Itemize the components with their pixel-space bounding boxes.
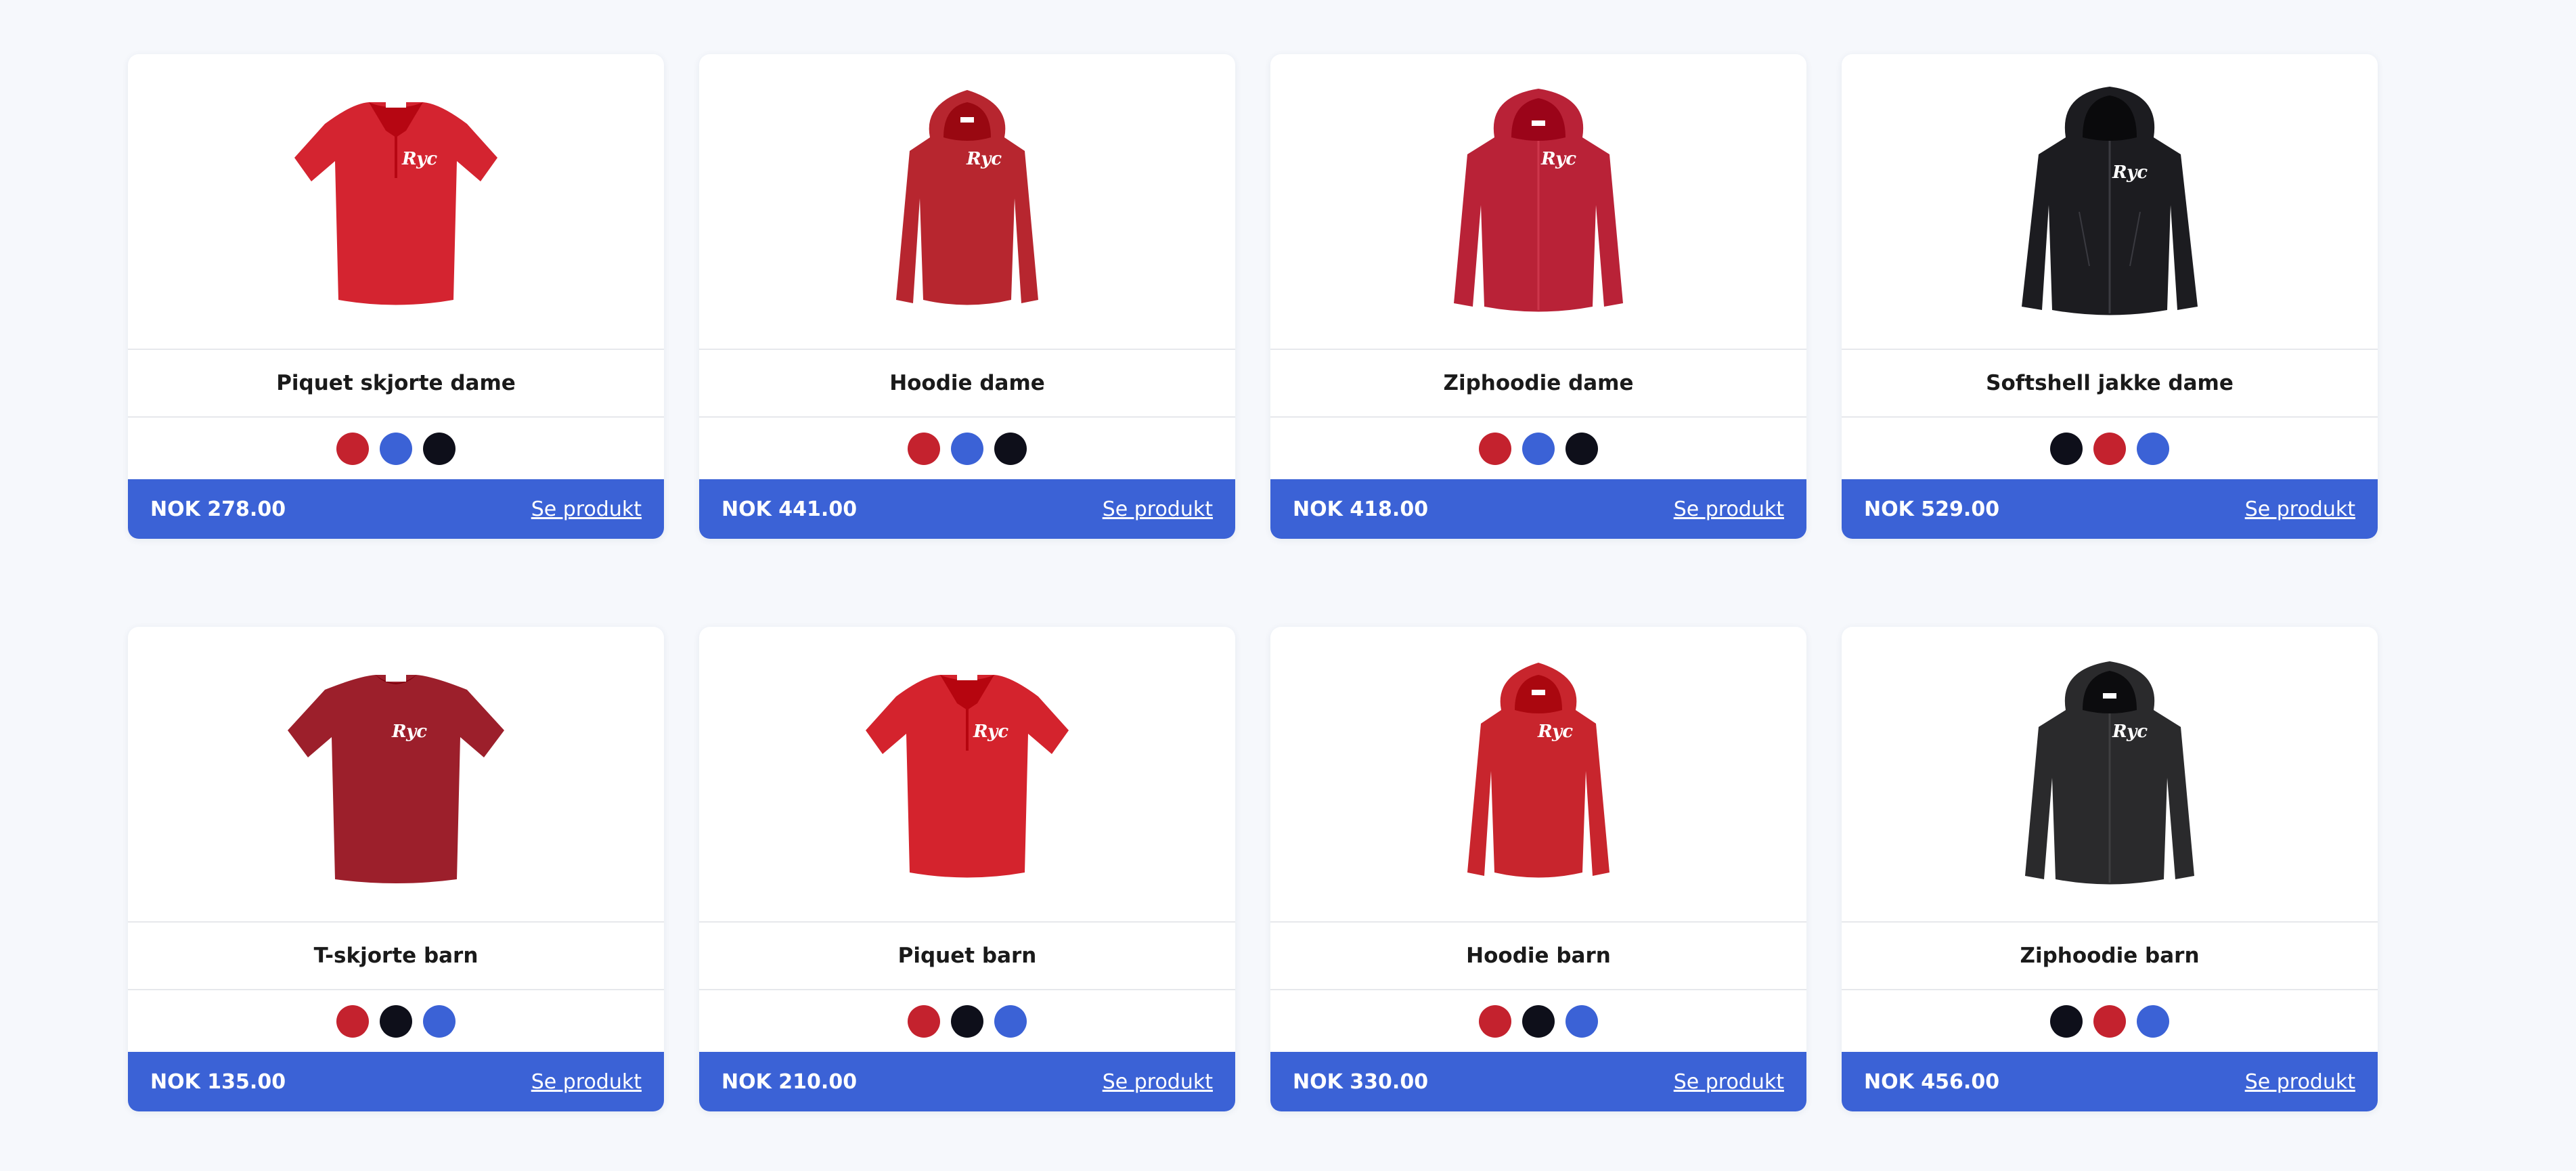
color-swatch-black[interactable] [1565, 432, 1598, 465]
color-swatch-black[interactable] [380, 1004, 412, 1038]
price-label: NOK 456.00 [1864, 1069, 2000, 1094]
product-card[interactable]: Ryc Hoodie barn NOK 330.00 Se produkt [1270, 627, 1806, 1111]
color-swatch-black[interactable] [1522, 1004, 1555, 1038]
product-image[interactable]: Ryc [1842, 627, 2378, 923]
color-swatches [1842, 418, 2378, 479]
color-swatch-red[interactable] [2093, 1004, 2126, 1038]
color-swatch-blue[interactable] [2137, 1004, 2169, 1038]
card-footer: NOK 418.00 Se produkt [1270, 479, 1806, 539]
svg-text:Ryc: Ryc [1540, 149, 1576, 169]
product-image[interactable]: Ryc [128, 54, 664, 350]
svg-text:Ryc: Ryc [973, 722, 1008, 742]
product-title: Hoodie dame [699, 350, 1235, 418]
svg-text:Ryc: Ryc [1537, 722, 1573, 742]
color-swatch-black[interactable] [994, 432, 1027, 465]
see-product-link[interactable]: Se produkt [1674, 1070, 1784, 1094]
product-title: Softshell jakke dame [1842, 350, 2378, 418]
price-label: NOK 330.00 [1293, 1069, 1429, 1094]
color-swatches [128, 990, 664, 1052]
color-swatch-red[interactable] [908, 1004, 940, 1038]
color-swatches [1270, 418, 1806, 479]
price-label: NOK 278.00 [150, 497, 286, 521]
product-image[interactable]: Ryc [699, 54, 1235, 350]
price-label: NOK 441.00 [721, 497, 858, 521]
color-swatches [699, 990, 1235, 1052]
card-footer: NOK 330.00 Se produkt [1270, 1052, 1806, 1111]
product-card[interactable]: Ryc Piquet barn NOK 210.00 Se produkt [699, 627, 1235, 1111]
svg-text:Ryc: Ryc [966, 149, 1002, 169]
product-card[interactable]: Ryc Softshell jakke dame NOK 529.00 Se pro… [1842, 54, 2378, 539]
svg-text:Ryc: Ryc [2112, 722, 2148, 742]
color-swatch-blue[interactable] [951, 432, 983, 465]
price-label: NOK 135.00 [150, 1069, 286, 1094]
color-swatch-blue[interactable] [994, 1004, 1027, 1038]
svg-text:Ryc: Ryc [401, 149, 437, 169]
price-label: NOK 210.00 [721, 1069, 858, 1094]
product-card[interactable]: Ryc Piquet skjorte dame NOK 278.00 Se prod… [128, 54, 664, 539]
card-footer: NOK 529.00 Se produkt [1842, 479, 2378, 539]
color-swatch-black[interactable] [951, 1004, 983, 1038]
product-grid: Ryc Piquet skjorte dame NOK 278.00 Se prod… [128, 54, 2412, 1111]
svg-text:Ryc: Ryc [391, 722, 427, 742]
see-product-link[interactable]: Se produkt [2245, 498, 2355, 521]
see-product-link[interactable]: Se produkt [1674, 498, 1784, 521]
color-swatch-red[interactable] [1479, 1004, 1511, 1038]
card-footer: NOK 135.00 Se produkt [128, 1052, 664, 1111]
see-product-link[interactable]: Se produkt [531, 1070, 642, 1094]
product-image[interactable]: Ryc [1842, 54, 2378, 350]
product-card[interactable]: Ryc Ziphoodie barn NOK 456.00 Se produkt [1842, 627, 2378, 1111]
product-card[interactable]: Ryc T-skjorte barn NOK 135.00 Se produkt [128, 627, 664, 1111]
see-product-link[interactable]: Se produkt [1103, 1070, 1213, 1094]
card-footer: NOK 441.00 Se produkt [699, 479, 1235, 539]
color-swatch-black[interactable] [423, 432, 456, 465]
see-product-link[interactable]: Se produkt [1103, 498, 1213, 521]
see-product-link[interactable]: Se produkt [2245, 1070, 2355, 1094]
product-title: Ziphoodie dame [1270, 350, 1806, 418]
svg-text:Ryc: Ryc [2112, 162, 2148, 183]
color-swatch-blue[interactable] [423, 1004, 456, 1038]
product-title: Ziphoodie barn [1842, 923, 2378, 990]
product-image[interactable]: Ryc [1270, 54, 1806, 350]
product-card[interactable]: Ryc Hoodie dame NOK 441.00 Se produkt [699, 54, 1235, 539]
card-footer: NOK 456.00 Se produkt [1842, 1052, 2378, 1111]
color-swatch-blue[interactable] [1522, 432, 1555, 465]
see-product-link[interactable]: Se produkt [531, 498, 642, 521]
color-swatch-black[interactable] [2050, 1004, 2083, 1038]
price-label: NOK 418.00 [1293, 497, 1429, 521]
product-image[interactable]: Ryc [1270, 627, 1806, 923]
color-swatch-red[interactable] [1479, 432, 1511, 465]
product-title: T-skjorte barn [128, 923, 664, 990]
product-title: Piquet skjorte dame [128, 350, 664, 418]
color-swatch-blue[interactable] [380, 432, 412, 465]
product-image[interactable]: Ryc [128, 627, 664, 923]
product-card[interactable]: Ryc Ziphoodie dame NOK 418.00 Se produkt [1270, 54, 1806, 539]
color-swatch-blue[interactable] [2137, 432, 2169, 465]
product-title: Hoodie barn [1270, 923, 1806, 990]
color-swatch-red[interactable] [2093, 432, 2126, 465]
color-swatch-red[interactable] [336, 1004, 369, 1038]
product-image[interactable]: Ryc [699, 627, 1235, 923]
card-footer: NOK 278.00 Se produkt [128, 479, 664, 539]
color-swatch-red[interactable] [336, 432, 369, 465]
color-swatch-red[interactable] [908, 432, 940, 465]
product-title: Piquet barn [699, 923, 1235, 990]
color-swatches [128, 418, 664, 479]
color-swatches [699, 418, 1235, 479]
color-swatches [1842, 990, 2378, 1052]
color-swatch-blue[interactable] [1565, 1004, 1598, 1038]
color-swatch-black[interactable] [2050, 432, 2083, 465]
color-swatches [1270, 990, 1806, 1052]
price-label: NOK 529.00 [1864, 497, 2000, 521]
card-footer: NOK 210.00 Se produkt [699, 1052, 1235, 1111]
